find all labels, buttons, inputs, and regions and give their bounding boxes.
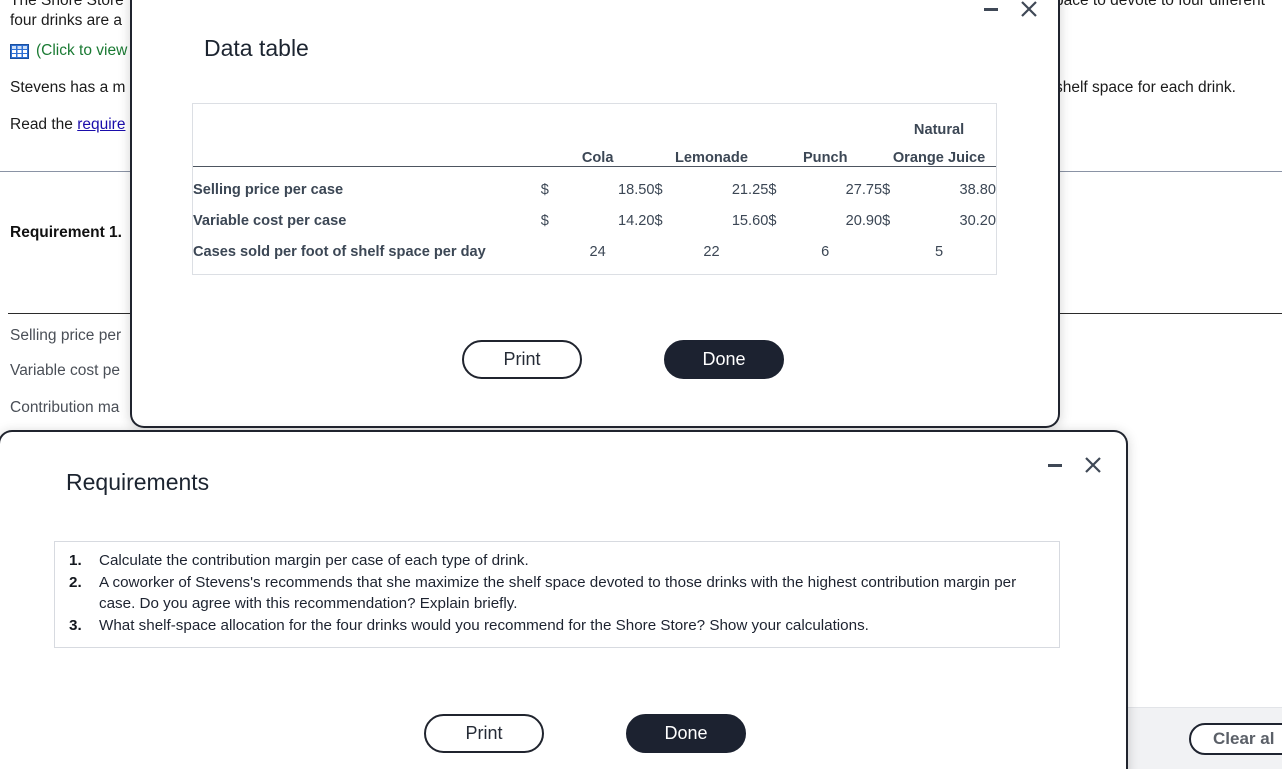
data-table-frame: Natural Cola Lemonade Punch Orange Juice…: [192, 103, 997, 275]
cell-currency: $: [768, 181, 777, 198]
cell-value: 5: [935, 243, 944, 260]
cell-currency: $: [654, 212, 663, 229]
header-orange-juice: Orange Juice: [892, 150, 986, 166]
click-to-view-label: (Click to view: [36, 42, 128, 59]
background-click-to-view-link[interactable]: (Click to view: [10, 42, 127, 60]
background-text-line-4-right: shelf space for each drink.: [1055, 79, 1236, 96]
cell-value: 24: [589, 243, 606, 260]
background-table-row-2: Variable cost pe: [10, 362, 120, 379]
cell-value: 30.20: [959, 212, 996, 229]
done-button[interactable]: Done: [664, 340, 784, 379]
cell-currency: $: [882, 181, 891, 198]
cell-value: 22: [703, 243, 720, 260]
background-requirement-heading: Requirement 1.: [10, 224, 122, 241]
cell-value: 15.60: [731, 212, 769, 229]
close-icon[interactable]: [1018, 0, 1040, 20]
list-item: 1. Calculate the contribution margin per…: [69, 550, 1045, 571]
table-row: Cases sold per foot of shelf space per d…: [193, 229, 996, 260]
background-text-line-2: four drinks are a: [10, 12, 122, 29]
print-button[interactable]: Print: [424, 714, 544, 753]
clear-all-button[interactable]: Clear al: [1189, 723, 1282, 755]
data-table-header-row: Cola Lemonade Punch Orange Juice: [193, 138, 996, 166]
requirement-number: 2.: [69, 574, 82, 591]
table-row: Variable cost per case $ 14.20 $ 15.60 $…: [193, 198, 996, 229]
row-label-variable-cost: Variable cost per case: [193, 212, 347, 229]
cell-value: 6: [821, 243, 830, 260]
data-table-header-top-row: Natural: [193, 104, 996, 138]
done-button[interactable]: Done: [626, 714, 746, 753]
cell-value: 21.25: [731, 181, 769, 198]
row-label-cases-sold: Cases sold per foot of shelf space per d…: [193, 243, 486, 260]
background-text-line-1: The Shore Store: [10, 0, 124, 9]
table-grid-icon: [10, 43, 29, 59]
requirement-text: What shelf-space allocation for the four…: [99, 617, 869, 634]
requirements-button-row: Print Done: [424, 714, 746, 753]
screen: The Shore Store four drinks are a pace t…: [0, 0, 1282, 769]
requirements-link[interactable]: require: [77, 116, 125, 133]
cell-currency: $: [768, 212, 777, 229]
cell-value: 27.75: [845, 181, 883, 198]
data-table-button-row: Print Done: [462, 340, 784, 379]
print-button[interactable]: Print: [462, 340, 582, 379]
requirement-number: 3.: [69, 617, 82, 634]
requirement-text: A coworker of Stevens's recommends that …: [99, 574, 1017, 612]
row-label-selling-price: Selling price per case: [193, 181, 344, 198]
cell-currency: $: [540, 212, 549, 229]
data-table-title: Data table: [204, 35, 309, 61]
list-item: 3. What shelf-space allocation for the f…: [69, 615, 1045, 636]
header-punch: Punch: [802, 150, 848, 166]
table-row: Selling price per case $ 18.50 $ 21.25 $…: [193, 167, 996, 198]
cell-value: 18.50: [618, 181, 655, 198]
cell-value: 20.90: [845, 212, 883, 229]
minimize-icon[interactable]: [1044, 454, 1066, 476]
requirements-list: 1. Calculate the contribution margin per…: [55, 542, 1059, 645]
requirement-text: Calculate the contribution margin per ca…: [99, 552, 529, 569]
cell-value: 14.20: [618, 212, 655, 229]
cell-currency: $: [654, 181, 663, 198]
background-table-row-1: Selling price per: [10, 327, 122, 344]
read-the-label: Read the: [10, 116, 78, 133]
cell-value: 38.80: [959, 181, 996, 198]
background-text-line-4: Stevens has a m: [10, 79, 126, 96]
background-table-row-3: Contribution ma: [10, 399, 120, 416]
header-natural: Natural: [913, 122, 965, 138]
background-text-line-5: Read the require: [10, 116, 125, 134]
background-text-line-2-right: pace to devote to four different: [1055, 0, 1265, 9]
data-table: Natural Cola Lemonade Punch Orange Juice…: [193, 104, 996, 260]
minimize-icon[interactable]: [980, 0, 1002, 20]
requirements-list-frame: 1. Calculate the contribution margin per…: [54, 541, 1060, 648]
list-item: 2. A coworker of Stevens's recommends th…: [69, 572, 1045, 614]
data-table-window-controls: [980, 0, 1040, 20]
cell-currency: $: [882, 212, 891, 229]
requirements-title: Requirements: [66, 469, 210, 495]
header-cola: Cola: [581, 150, 614, 166]
requirement-number: 1.: [69, 552, 82, 569]
close-icon[interactable]: [1082, 454, 1104, 476]
requirements-window-controls: [1044, 454, 1104, 476]
header-lemonade: Lemonade: [674, 150, 748, 166]
cell-currency: $: [540, 181, 549, 198]
